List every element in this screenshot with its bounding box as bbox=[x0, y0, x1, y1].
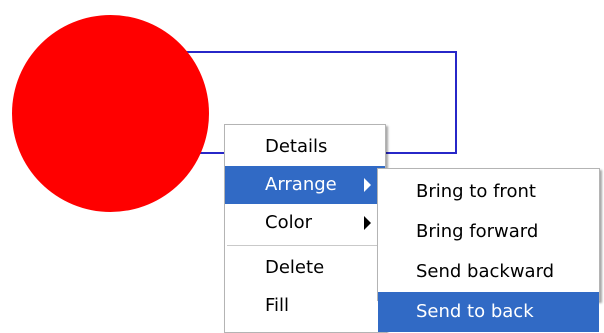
menu-item-label: Delete bbox=[265, 257, 325, 278]
menu-item-label: Bring to front bbox=[416, 181, 536, 202]
menu-item-delete[interactable]: Delete bbox=[225, 249, 385, 287]
menu-item-label: Arrange bbox=[265, 174, 337, 195]
arrange-submenu: Bring to front Bring forward Send backwa… bbox=[377, 168, 600, 332]
menu-separator bbox=[227, 245, 383, 246]
menu-item-label: Bring forward bbox=[416, 221, 539, 242]
menu-item-details[interactable]: Details bbox=[225, 128, 385, 166]
menu-item-color[interactable]: Color bbox=[225, 204, 385, 242]
menu-item-label: Send backward bbox=[416, 261, 555, 282]
menu-item-label: Send to back bbox=[416, 301, 534, 322]
menu-item-label: Fill bbox=[265, 295, 290, 316]
menu-item-label: Color bbox=[265, 212, 312, 233]
menu-item-arrange[interactable]: Arrange bbox=[225, 166, 385, 204]
menu-item-label: Details bbox=[265, 136, 328, 157]
menu-item-bring-to-front[interactable]: Bring to front bbox=[378, 172, 599, 212]
menu-item-fill[interactable]: Fill bbox=[225, 287, 385, 325]
submenu-arrow-icon bbox=[364, 216, 371, 230]
menu-item-send-backward[interactable]: Send backward bbox=[378, 252, 599, 292]
menu-item-bring-forward[interactable]: Bring forward bbox=[378, 212, 599, 252]
menu-item-send-to-back[interactable]: Send to back bbox=[378, 292, 599, 332]
submenu-arrow-icon bbox=[364, 178, 371, 192]
context-menu: Details Arrange Color Delete Fill bbox=[224, 124, 386, 333]
circle-shape[interactable] bbox=[12, 15, 209, 212]
